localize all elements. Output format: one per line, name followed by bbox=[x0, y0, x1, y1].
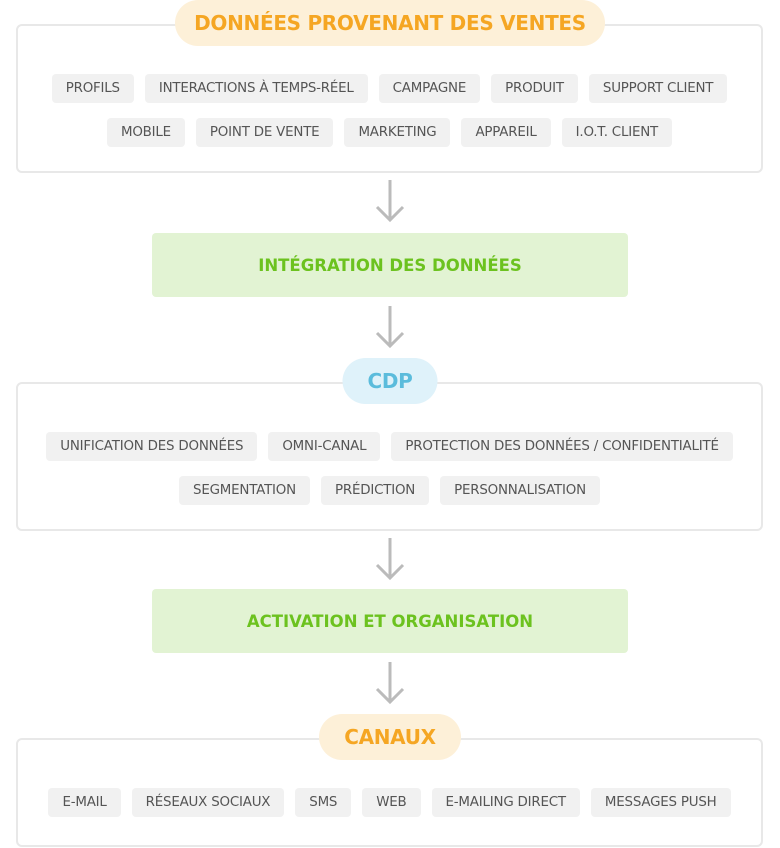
tag-messages-push: MESSAGES PUSH bbox=[590, 788, 731, 817]
cdp-row-2: SEGMENTATION PRÉDICTION PERSONNALISATION bbox=[16, 476, 763, 505]
tag-produit: PRODUIT bbox=[491, 74, 578, 103]
channels-title: CANAUX bbox=[319, 714, 461, 760]
tag-e-mail: E-MAIL bbox=[48, 788, 121, 817]
tag-personnalisation: PERSONNALISATION bbox=[440, 476, 600, 505]
cdp-title: CDP bbox=[342, 358, 438, 404]
tag-interactions-temps-reel: INTERACTIONS À TEMPS-RÉEL bbox=[144, 74, 368, 103]
arrow-down-icon bbox=[375, 306, 405, 349]
tag-reseaux-sociaux: RÉSEAUX SOCIAUX bbox=[131, 788, 285, 817]
tag-protection-des-donnees: PROTECTION DES DONNÉES / CONFIDENTIALITÉ bbox=[391, 432, 733, 461]
tag-iot-client: I.O.T. CLIENT bbox=[561, 118, 673, 147]
tag-e-mailing-direct: E-MAILING DIRECT bbox=[431, 788, 580, 817]
data-integration-stage: INTÉGRATION DES DONNÉES bbox=[152, 233, 628, 297]
tag-omni-canal: OMNI-CANAL bbox=[268, 432, 381, 461]
arrow-down-icon bbox=[375, 538, 405, 581]
cdp-row-1: UNIFICATION DES DONNÉES OMNI-CANAL PROTE… bbox=[16, 432, 763, 461]
sales-data-row-1: PROFILS INTERACTIONS À TEMPS-RÉEL CAMPAG… bbox=[16, 74, 763, 103]
tag-mobile: MOBILE bbox=[106, 118, 185, 147]
arrow-down-icon bbox=[375, 180, 405, 223]
sales-data-row-2: MOBILE POINT DE VENTE MARKETING APPAREIL… bbox=[16, 118, 763, 147]
sales-data-title: DONNÉES PROVENANT DES VENTES bbox=[175, 0, 605, 46]
tag-appareil: APPAREIL bbox=[461, 118, 551, 147]
tag-marketing: MARKETING bbox=[344, 118, 451, 147]
tag-web: WEB bbox=[362, 788, 421, 817]
arrow-down-icon bbox=[375, 662, 405, 705]
tag-prediction: PRÉDICTION bbox=[320, 476, 430, 505]
activation-stage: ACTIVATION ET ORGANISATION bbox=[152, 589, 628, 653]
channels-row-1: E-MAIL RÉSEAUX SOCIAUX SMS WEB E-MAILING… bbox=[16, 788, 763, 817]
tag-segmentation: SEGMENTATION bbox=[179, 476, 310, 505]
tag-point-de-vente: POINT DE VENTE bbox=[195, 118, 334, 147]
tag-profils: PROFILS bbox=[51, 74, 134, 103]
tag-unification-des-donnees: UNIFICATION DES DONNÉES bbox=[46, 432, 258, 461]
tag-campagne: CAMPAGNE bbox=[378, 74, 481, 103]
tag-support-client: SUPPORT CLIENT bbox=[588, 74, 728, 103]
tag-sms: SMS bbox=[295, 788, 352, 817]
